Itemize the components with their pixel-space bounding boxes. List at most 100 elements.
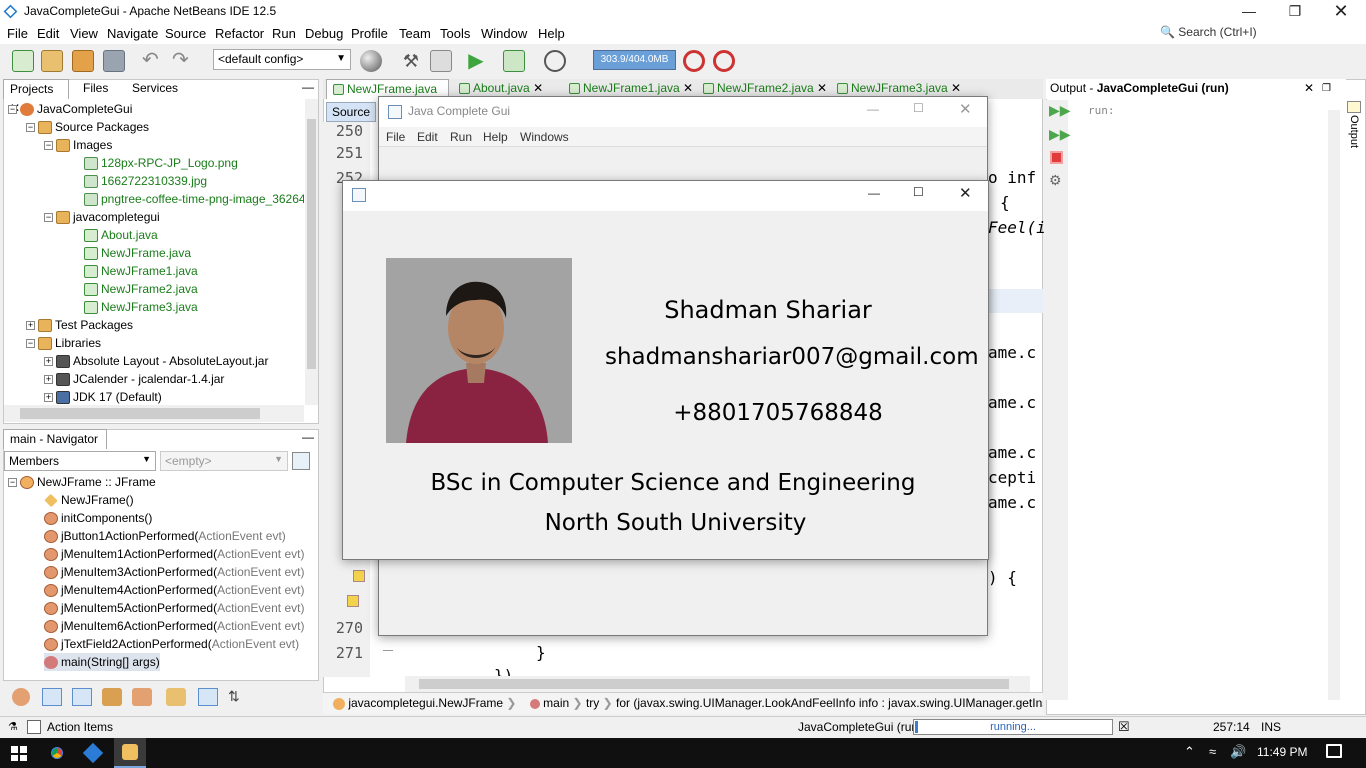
tree-node-test-packages[interactable]: + Test Packages [26,316,133,334]
menu-navigate[interactable]: Navigate [107,26,158,41]
profile-snapshot-icon[interactable] [713,50,735,72]
app-menu-help[interactable]: Help [483,127,508,147]
action-items-label[interactable]: Action Items [47,720,113,734]
filter-toggle-icon[interactable] [292,452,310,470]
config-select[interactable]: <default config> ▼ [213,49,351,70]
horizontal-scrollbar[interactable] [4,405,304,422]
build-icon[interactable]: ⚒ [400,50,422,72]
tree-node-java-file[interactable]: NewJFrame1.java [84,262,198,280]
nav-root[interactable]: − NewJFrame :: JFrame [8,473,156,491]
inherited-filter-icon[interactable] [102,688,122,706]
source-view-button[interactable]: Source [326,102,376,122]
inner-class-filter-icon[interactable] [132,688,152,706]
settings-icon[interactable]: ⚙ [1049,172,1062,189]
progress-bar[interactable]: running... [913,719,1113,735]
breadcrumb-for[interactable]: for (javax.swing.UIManager.LookAndFeelIn… [616,696,1043,710]
cancel-process-icon[interactable]: ☒ [1118,719,1130,735]
nav-member-selected[interactable]: main(String[] args) [44,653,160,671]
rerun-icon[interactable]: ▶▶ [1049,102,1071,119]
tree-node-java-file[interactable]: NewJFrame.java [84,244,191,262]
tab-navigator[interactable]: main - Navigator ✕ [3,429,107,465]
run-icon[interactable]: ▶ [465,50,487,72]
breadcrumb-method[interactable]: main [543,696,569,710]
windows-start-icon[interactable] [11,746,27,761]
warning-icon[interactable] [353,570,365,582]
non-public-filter-icon[interactable] [72,688,92,706]
app-menu-windows[interactable]: Windows [520,127,569,147]
browser-icon[interactable] [360,50,382,72]
nav-member[interactable]: jMenuItem5ActionPerformed(ActionEvent ev… [44,599,304,617]
menu-view[interactable]: View [70,26,98,41]
output-tab[interactable]: Output - JavaCompleteGui (run) ✕ ❐ [1046,79,1346,99]
warning-icon[interactable] [347,595,359,607]
nav-member[interactable]: jButton1ActionPerformed(ActionEvent evt) [44,527,286,545]
maximize-icon[interactable]: ☐ [913,101,924,115]
breadcrumb-class[interactable]: javacompletegui.NewJFrame [348,696,503,710]
tree-node-libraries[interactable]: − Libraries [26,334,101,352]
tab-projects[interactable]: Projects ✕ [3,79,69,115]
restore-icon[interactable]: ❐ [1272,0,1318,24]
menu-tools[interactable]: Tools [440,26,470,41]
menu-help[interactable]: Help [538,26,565,41]
tree-node-jdk[interactable]: + JDK 17 (Default) [44,388,162,405]
menu-source[interactable]: Source [165,26,206,41]
tree-node-java-file[interactable]: NewJFrame3.java [84,298,198,316]
menu-run[interactable]: Run [272,26,296,41]
minimize-icon[interactable]: — [868,186,880,200]
nav-member[interactable]: jMenuItem6ActionPerformed(ActionEvent ev… [44,617,304,635]
output-side-tab[interactable]: Output [1344,99,1366,159]
search-box[interactable]: 🔍 Search (Ctrl+I) [1160,25,1257,39]
output-vscrollbar[interactable] [1328,110,1340,700]
close-tab-icon[interactable]: ✕ [817,81,827,95]
chevron-up-icon[interactable]: ⌃ [1184,744,1195,760]
filter-select[interactable]: <empty> ▼ [160,451,288,471]
java-app-taskbar-button[interactable] [114,738,146,768]
tree-node-javacompletegui[interactable]: − javacompletegui [44,208,160,226]
memory-indicator[interactable]: 303.9/404.0MB [593,50,676,70]
tab-files[interactable]: Files [77,79,114,99]
menu-file[interactable]: File [7,26,28,41]
new-file-icon[interactable] [12,50,34,72]
menu-debug[interactable]: Debug [305,26,343,41]
close-tab-icon[interactable]: ✕ [533,81,543,95]
minimize-panel-icon[interactable]: — [302,80,314,94]
editor-hscrollbar[interactable] [405,676,1030,692]
clock[interactable]: 11:49 PM [1257,745,1307,759]
tree-node-source-packages[interactable]: − Source Packages [26,118,149,136]
nav-member[interactable]: initComponents() [44,509,152,527]
close-icon[interactable]: ✕ [959,184,972,202]
nav-member[interactable]: jTextField2ActionPerformed(ActionEvent e… [44,635,299,653]
minimize-icon[interactable]: — [867,102,879,116]
tree-node-image-file[interactable]: pngtree-coffee-time-png-image_3626459 [84,190,304,208]
vertical-scrollbar[interactable] [305,99,318,405]
wifi-icon[interactable]: ≈ [1209,744,1216,759]
menu-profile[interactable]: Profile [351,26,388,41]
sort-by-source-icon[interactable]: ⇅ [228,688,240,705]
app-menu-run[interactable]: Run [450,127,472,147]
chrome-icon[interactable] [48,744,66,762]
maximize-panel-icon[interactable]: ❐ [1322,79,1331,98]
breadcrumb-try[interactable]: try [586,696,599,710]
close-tab-icon[interactable]: ✕ [951,81,961,95]
app-menu-file[interactable]: File [386,127,405,147]
app-menu-edit[interactable]: Edit [417,127,438,147]
netbeans-taskbar-icon[interactable] [82,742,104,764]
stop-icon[interactable] [1050,151,1063,164]
nav-member[interactable]: jMenuItem1ActionPerformed(ActionEvent ev… [44,545,304,563]
nav-member[interactable]: jMenuItem3ActionPerformed(ActionEvent ev… [44,563,304,581]
gc-icon[interactable] [683,50,705,72]
close-icon[interactable]: ✕ [959,100,972,118]
tree-node-image-file[interactable]: 128px-RPC-JP_Logo.png [84,154,238,172]
menu-window[interactable]: Window [481,26,527,41]
tab-services[interactable]: Services [126,79,184,99]
rerun-with-args-icon[interactable]: ▶▶ [1049,126,1071,143]
minimize-panel-icon[interactable]: — [302,430,314,444]
tree-node-java-file[interactable]: About.java [84,226,158,244]
fields-filter-icon[interactable] [12,688,30,706]
members-select[interactable]: Members ▼ [4,451,156,471]
tree-node-java-file[interactable]: NewJFrame2.java [84,280,198,298]
undo-icon[interactable]: ↶ [142,50,164,72]
static-filter-icon[interactable] [42,688,62,706]
open-project-icon[interactable] [72,50,94,72]
menu-refactor[interactable]: Refactor [215,26,264,41]
